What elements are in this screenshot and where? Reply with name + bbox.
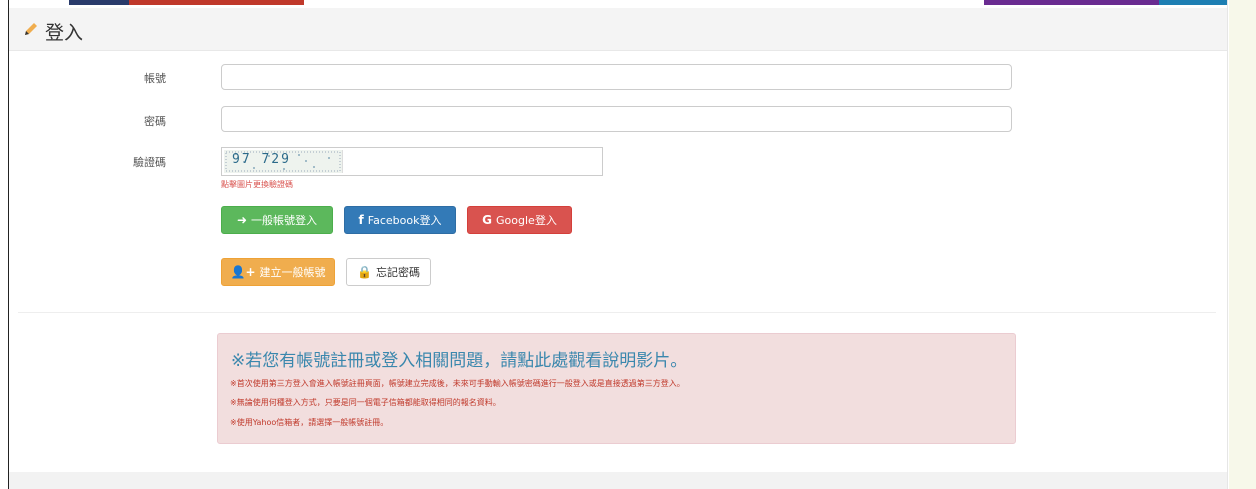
general-login-label: 一般帳號登入 [251,214,318,227]
captcha-field[interactable]: 97 729 [221,147,603,176]
password-label: 密碼 [144,115,166,128]
general-login-button[interactable]: ➜ 一般帳號登入 [221,206,333,234]
help-notice: ※若您有帳號註冊或登入相關問題，請點此處觀看說明影片。 ※首次使用第三方登入會進… [217,333,1016,444]
sign-in-icon: ➜ [236,213,248,227]
account-input[interactable] [221,64,1012,90]
account-label: 帳號 [144,72,166,85]
notice-line: ※使用Yahoo信箱者，請選擇一般帳號註冊。 [230,418,389,427]
captcha-image[interactable]: 97 729 [224,150,343,173]
user-plus-icon: 👤+ [230,265,256,279]
password-input[interactable] [221,106,1012,132]
help-video-link[interactable]: ※若您有帳號註冊或登入相關問題，請點此處觀看說明影片。 [231,346,687,371]
facebook-login-button[interactable]: f Facebook登入 [344,206,456,234]
frame-right-border [1227,0,1228,489]
facebook-icon: f [358,213,364,227]
forgot-password-button[interactable]: 🔒 忘記密碼 [346,258,431,286]
captcha-label: 驗證碼 [133,156,166,169]
google-icon: G [482,213,493,227]
footer-band [9,472,1227,489]
google-login-label: Google登入 [496,214,557,227]
pencil-icon [23,21,39,37]
captcha-image-text: 97 729 [232,152,291,167]
forgot-password-label: 忘記密碼 [375,266,420,279]
top-nav-remnant [9,0,1227,8]
lock-icon: 🔒 [357,265,372,279]
create-account-label: 建立一般帳號 [259,266,326,279]
captcha-hint: 點擊圖片更換驗證碼 [221,180,293,189]
page-title: 登入 [45,22,84,44]
notice-line: ※首次使用第三方登入會進入帳號註冊頁面，帳號建立完成後，未來可手動輸入帳號密碼進… [230,379,685,388]
right-background-strip [1229,0,1256,489]
frame-left-border [8,0,9,489]
create-account-button[interactable]: 👤+ 建立一般帳號 [221,258,335,286]
login-panel-header: 登入 [9,8,1227,51]
section-divider [18,312,1216,313]
google-login-button[interactable]: G Google登入 [467,206,572,234]
facebook-login-label: Facebook登入 [367,214,442,227]
notice-line: ※無論使用何種登入方式，只要是同一個電子信箱都能取得相同的報名資料。 [230,398,501,407]
captcha-input[interactable] [344,149,600,174]
